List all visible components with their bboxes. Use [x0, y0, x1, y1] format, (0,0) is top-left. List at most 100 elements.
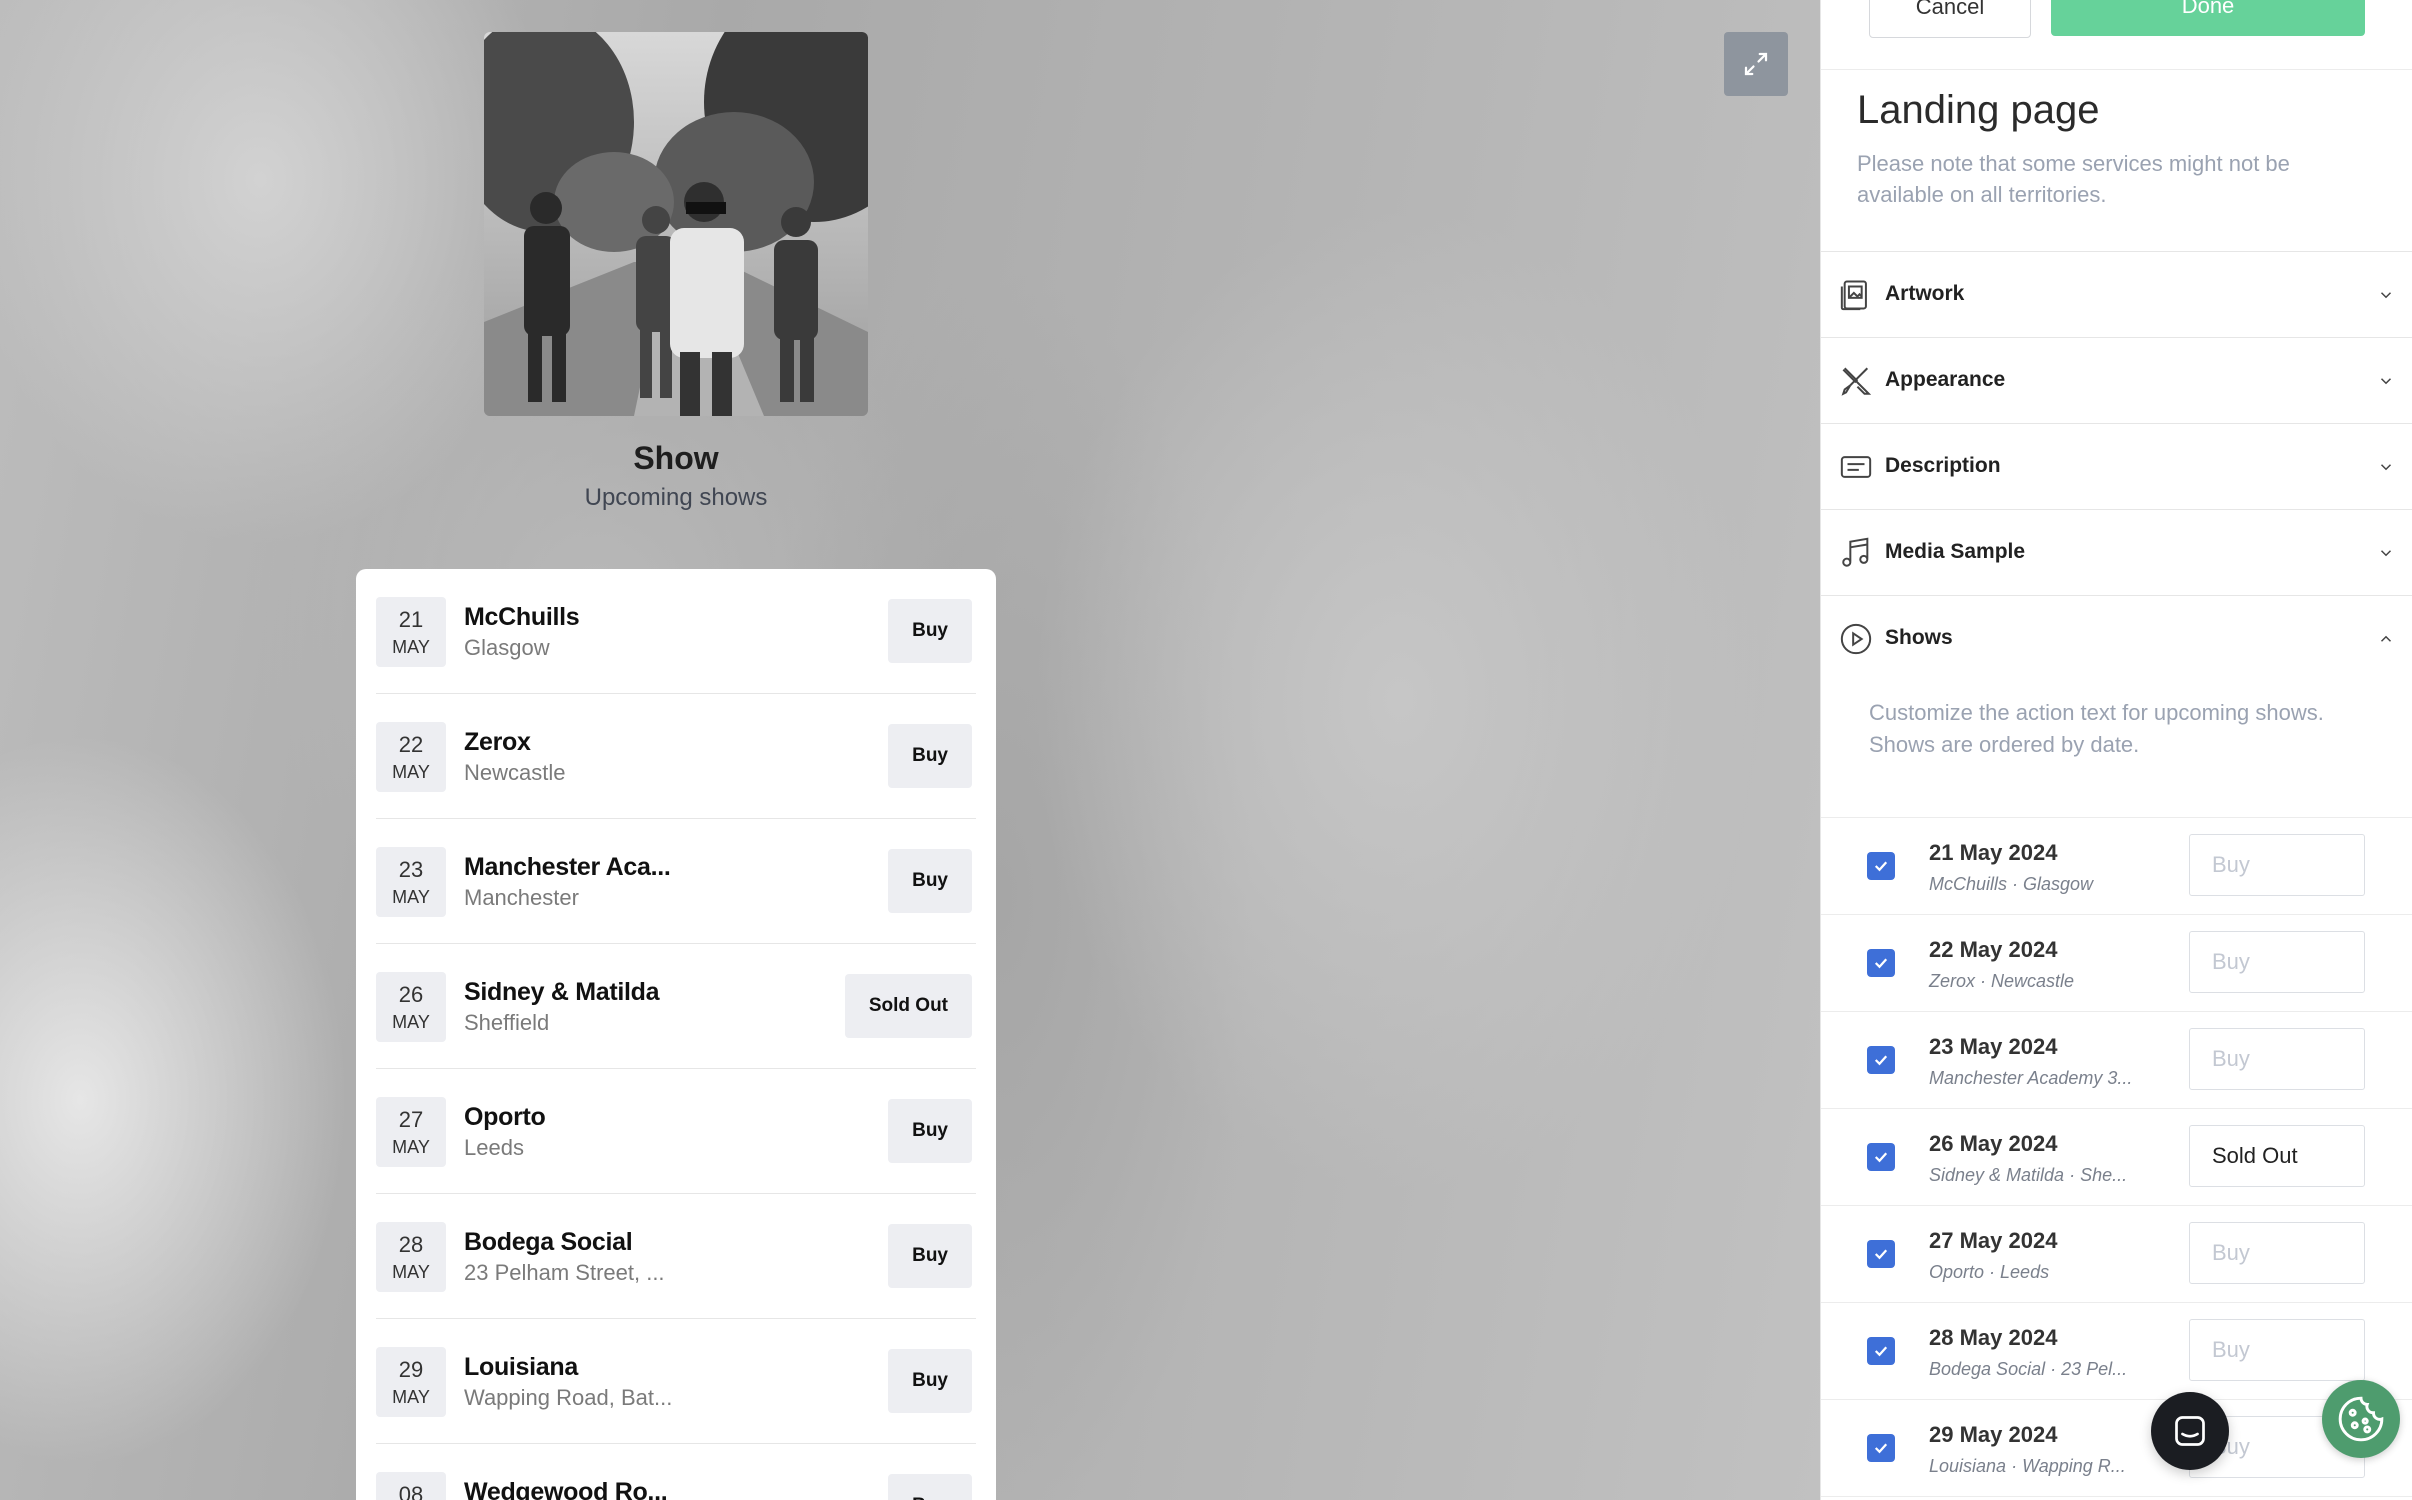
show-config-venue: Oporto — [1929, 1262, 1985, 1282]
show-row: 27 MAY Oporto Leeds Buy — [376, 1069, 976, 1194]
chevron-down-icon — [2380, 464, 2392, 471]
section-label: Artwork — [1885, 282, 1965, 305]
show-buy-button[interactable]: Buy — [888, 599, 972, 663]
show-date: 29 MAY — [376, 1347, 446, 1417]
show-config-venue: Zerox — [1929, 971, 1976, 991]
show-row: 22 MAY Zerox Newcastle Buy — [376, 694, 976, 819]
territory-note: Please note that some services might not… — [1857, 151, 2290, 207]
show-config-date: 23 May 2024 — [1929, 1034, 2058, 1059]
show-config-row: 21 May 2024 McChuills · Glasgow — [1821, 818, 2412, 915]
expand-preview-button[interactable] — [1724, 32, 1788, 96]
show-month: MAY — [392, 1012, 430, 1032]
check-icon — [1874, 958, 1888, 969]
section-label: Appearance — [1885, 368, 2006, 391]
show-city: Leeds — [464, 1135, 524, 1160]
show-buy-button[interactable]: Buy — [888, 1349, 972, 1413]
show-day: 23 — [398, 857, 424, 882]
show-date: 23 MAY — [376, 847, 446, 917]
show-config-row: 26 May 2024 Sidney & Matilda · She... — [1821, 1109, 2412, 1206]
show-buy-button[interactable]: Buy — [888, 1474, 972, 1500]
show-venue: McChuills — [464, 603, 580, 631]
show-enabled-checkbox[interactable] — [1867, 1046, 1895, 1074]
show-enabled-checkbox[interactable] — [1867, 1143, 1895, 1171]
section-description[interactable]: Description — [1821, 423, 2412, 510]
cancel-button[interactable]: Cancel — [1869, 0, 2031, 38]
show-buy-button[interactable]: Buy — [888, 1224, 972, 1288]
show-month: MAY — [392, 762, 430, 782]
show-config-city: Leeds — [2000, 1262, 2050, 1282]
brush-icon — [1841, 367, 1872, 396]
section-label: Media Sample — [1885, 540, 2026, 563]
show-day: 22 — [398, 732, 424, 757]
section-media-sample[interactable]: Media Sample — [1821, 509, 2412, 596]
show-date: 08 — [376, 1472, 446, 1500]
show-month: MAY — [392, 1262, 430, 1282]
show-config-row: 23 May 2024 Manchester Academy 3... — [1821, 1012, 2412, 1109]
settings-panel: Cancel Done Landing page Please note tha… — [1820, 0, 2412, 1500]
chat-button[interactable] — [2151, 1392, 2229, 1470]
show-city: Manchester — [464, 885, 579, 910]
show-config-row: 27 May 2024 Oporto · Leeds — [1821, 1206, 2412, 1303]
divider — [1821, 69, 2412, 70]
section-appearance[interactable]: Appearance — [1821, 337, 2412, 424]
show-config-meta: Oporto · Leeds — [1929, 1262, 2050, 1282]
show-buy-button[interactable]: Buy — [888, 724, 972, 788]
show-day: 29 — [398, 1357, 424, 1382]
show-month: MAY — [392, 887, 430, 907]
show-enabled-checkbox[interactable] — [1867, 1337, 1895, 1365]
shows-subtitle: Upcoming shows — [584, 484, 768, 511]
show-enabled-checkbox[interactable] — [1867, 852, 1895, 880]
chevron-down-icon — [2380, 292, 2392, 299]
chat-icon — [2175, 1416, 2205, 1446]
show-date: 26 MAY — [376, 972, 446, 1042]
show-row: 08 Wedgewood Ro... Buy — [376, 1444, 976, 1500]
show-config-meta: Bodega Social · 23 Pel... — [1929, 1359, 2128, 1379]
show-enabled-checkbox[interactable] — [1867, 1240, 1895, 1268]
show-date: 28 MAY — [376, 1222, 446, 1292]
show-buy-button[interactable]: Buy — [888, 849, 972, 913]
action-text-input[interactable] — [2189, 931, 2365, 993]
show-venue: Sidney & Matilda — [464, 978, 660, 1006]
show-day: 21 — [398, 607, 424, 632]
show-venue: Manchester Aca... — [464, 853, 671, 881]
show-city: Newcastle — [464, 760, 566, 785]
section-shows[interactable]: Shows — [1821, 595, 2412, 682]
show-config-venue: Louisiana — [1929, 1456, 2007, 1476]
show-venue: Louisiana — [464, 1353, 578, 1381]
show-enabled-checkbox[interactable] — [1867, 1434, 1895, 1462]
section-artwork[interactable]: Artwork — [1821, 251, 2412, 338]
show-config-date: 27 May 2024 — [1929, 1228, 2058, 1253]
check-icon — [1874, 1346, 1888, 1357]
show-city: Wapping Road, Bat... — [464, 1385, 673, 1410]
show-month: MAY — [392, 1137, 430, 1157]
show-buy-button[interactable]: Buy — [888, 1099, 972, 1163]
show-config-city: Newcastle — [1991, 971, 2075, 991]
show-date: 27 MAY — [376, 1097, 446, 1167]
show-venue: Wedgewood Ro... — [464, 1478, 668, 1500]
cookie-icon — [2338, 1396, 2384, 1442]
show-month: MAY — [392, 1387, 430, 1407]
action-text-input[interactable] — [2189, 834, 2365, 896]
done-button[interactable]: Done — [2051, 0, 2365, 36]
chevron-up-icon — [2380, 635, 2392, 642]
show-config-venue: Sidney & Matilda — [1929, 1165, 2065, 1185]
section-label: Description — [1885, 454, 2001, 477]
show-venue: Bodega Social — [464, 1228, 633, 1256]
action-text-input[interactable] — [2189, 1125, 2365, 1187]
action-text-input[interactable] — [2189, 1319, 2365, 1381]
show-config-city: She... — [2080, 1165, 2128, 1185]
show-config-meta: Zerox · Newcastle — [1929, 971, 2075, 991]
check-icon — [1874, 1055, 1888, 1066]
action-text-input[interactable] — [2189, 1222, 2365, 1284]
show-venue: Zerox — [464, 728, 531, 756]
show-enabled-checkbox[interactable] — [1867, 949, 1895, 977]
show-config-row: 22 May 2024 Zerox · Newcastle — [1821, 915, 2412, 1012]
show-row: 23 MAY Manchester Aca... Manchester Buy — [376, 819, 976, 944]
cookie-settings-button[interactable] — [2322, 1380, 2400, 1458]
show-config-date: 26 May 2024 — [1929, 1131, 2058, 1156]
show-config-row: 28 May 2024 Bodega Social · 23 Pel... — [1821, 1303, 2412, 1400]
check-icon — [1874, 1152, 1888, 1163]
shows-list: 21 MAY McChuills Glasgow Buy 22 MAY Zero… — [356, 569, 996, 1500]
action-text-input[interactable] — [2189, 1028, 2365, 1090]
show-sold-out-button[interactable]: Sold Out — [844, 974, 972, 1038]
